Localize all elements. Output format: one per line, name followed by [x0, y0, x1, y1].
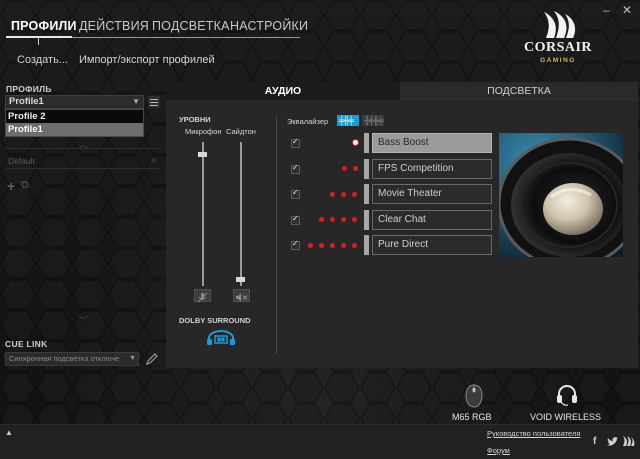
facebook-icon[interactable]: f [593, 436, 596, 447]
profile-section-label: ПРОФИЛЬ [6, 84, 52, 94]
tab-device-lighting[interactable]: ПОДСВЕТКА [400, 82, 638, 100]
dolby-headphones-icon[interactable] [206, 330, 236, 346]
preset-marker [364, 159, 369, 179]
mic-label: Микрофон [185, 127, 222, 136]
levels-title: УРОВНИ [179, 115, 211, 124]
tab-profiles[interactable]: ПРОФИЛИ [11, 19, 77, 33]
preset-checkbox[interactable] [291, 214, 300, 225]
preset-marker [364, 184, 369, 204]
device-void-wireless[interactable]: VOID WIRELESS [530, 412, 601, 422]
equalizer-custom-mode-button[interactable]: ╫╪╫╪ [362, 115, 384, 126]
sidetone-mute-button[interactable] [233, 289, 250, 302]
preset-selected-marker [364, 133, 369, 153]
preset-checkbox[interactable] [291, 188, 300, 199]
preset-pure-direct[interactable]: Pure Direct [372, 235, 492, 255]
user-guide-link[interactable]: Руководство пользователя [487, 429, 580, 438]
preset-marker [364, 210, 369, 230]
cue-link-select[interactable]: Синхронная подсветка отключе ▼ [5, 352, 139, 366]
chevron-down-icon: ▼ [132, 97, 140, 106]
tab-settings[interactable]: НАСТРОЙКИ [230, 19, 308, 33]
nav-tick [38, 37, 39, 45]
left-divider [5, 148, 160, 149]
preset-level-dots [308, 243, 362, 251]
nav-active-indicator [6, 36, 72, 38]
mic-mute-button[interactable] [194, 289, 211, 303]
preset-marker [364, 235, 369, 255]
sidetone-label: Сайдтон [226, 127, 256, 136]
corsair-sails-icon [544, 11, 576, 38]
mode-row[interactable]: Default [8, 156, 35, 166]
profile-select[interactable]: Profile1 ▼ [5, 95, 144, 109]
equalizer-label: Эквалайзер [287, 117, 329, 126]
profile-menu-button[interactable] [148, 96, 160, 108]
profile-dropdown: Profile 2 Profile1 [5, 109, 144, 137]
close-icon[interactable]: ✕ [622, 3, 632, 17]
brand-tagline: GAMING [540, 57, 576, 64]
headset-icon[interactable] [555, 383, 579, 407]
tab-audio[interactable]: АУДИО [166, 82, 400, 100]
preset-bass-boost[interactable]: Bass Boost [372, 133, 492, 153]
preset-checkbox[interactable] [291, 163, 300, 174]
preset-level-dots [342, 166, 362, 174]
speaker-image [499, 133, 623, 257]
minimize-icon[interactable]: – [603, 3, 610, 17]
preset-level-dots [330, 192, 362, 200]
sidetone-slider-thumb[interactable] [236, 276, 245, 282]
preset-level-dot [352, 139, 359, 146]
add-icon[interactable]: + [7, 178, 15, 194]
equalizer-sliders-icon: ╫╪╫╪ [364, 116, 384, 125]
panel-divider [276, 116, 277, 354]
corsair-small-icon[interactable] [622, 435, 635, 447]
tab-lighting[interactable]: ПОДСВЕТКА [152, 19, 230, 33]
preset-movie-theater[interactable]: Movie Theater [372, 184, 492, 204]
forum-link[interactable]: Форум [487, 446, 510, 455]
brand-name: CORSAIR [523, 40, 593, 55]
chevron-down-icon: ▼ [129, 355, 136, 362]
left-divider [5, 168, 160, 169]
copy-icon[interactable]: ⧉ [21, 179, 29, 192]
preset-level-dots [319, 217, 362, 225]
tab-actions[interactable]: ДЕЙСТВИЯ [79, 19, 149, 33]
edit-icon[interactable] [145, 352, 159, 366]
device-m65-rgb[interactable]: M65 RGB [452, 412, 492, 422]
dolby-label: DOLBY SURROUND [179, 316, 251, 325]
profile-option-selected[interactable]: Profile1 [6, 123, 143, 136]
profile-option[interactable]: Profile 2 [6, 110, 143, 123]
sidetone-slider-track[interactable] [240, 142, 242, 286]
mic-slider-track[interactable] [202, 142, 204, 286]
twitter-icon[interactable] [606, 437, 618, 447]
mouse-icon[interactable] [464, 384, 484, 408]
cue-link-label: CUE LINK [5, 339, 48, 349]
create-profile-link[interactable]: Создать... [17, 54, 68, 66]
expand-up-icon[interactable]: ▲ [5, 428, 13, 437]
equalizer-preset-mode-button[interactable]: ╪╫╪ [337, 115, 359, 126]
mode-row-close-icon[interactable]: ✕ [150, 156, 157, 165]
chevron-down-icon[interactable]: ﹀ [78, 312, 88, 327]
profile-select-value: Profile1 [9, 96, 44, 107]
preset-clear-chat[interactable]: Clear Chat [372, 210, 492, 230]
mic-slider-thumb[interactable] [198, 151, 207, 157]
preset-checkbox[interactable] [291, 239, 300, 250]
mic-muted-icon [197, 292, 208, 303]
equalizer-sliders-icon: ╪╫╪ [339, 116, 354, 125]
speaker-muted-icon [236, 293, 248, 302]
preset-checkbox[interactable] [291, 137, 300, 148]
import-export-link[interactable]: Импорт/экспорт профилей [79, 54, 215, 66]
cue-link-select-value: Синхронная подсветка отключе [9, 354, 120, 363]
preset-fps-competition[interactable]: FPS Competition [372, 159, 492, 179]
